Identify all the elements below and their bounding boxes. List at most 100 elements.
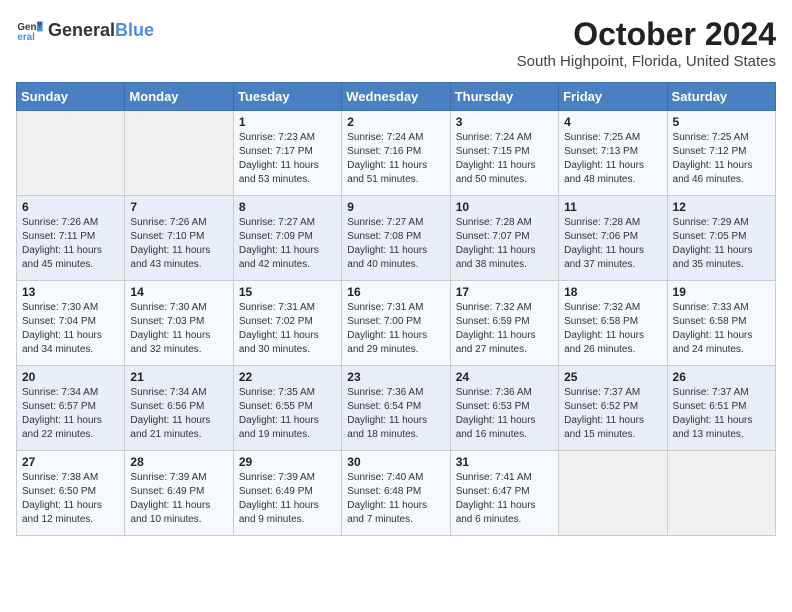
calendar-cell: 16 Sunrise: 7:31 AMSunset: 7:00 PMDayligh… [342,281,450,366]
cell-content: Sunrise: 7:32 AMSunset: 6:59 PMDaylight:… [456,301,553,357]
week-row-5: 27Sunrise: 7:38 AMSunset: 6:50 PMDayligh… [17,451,776,536]
day-number: 7 [130,200,227,214]
weekday-header-wednesday: Wednesday [342,83,450,111]
cell-content: Sunrise: 7:35 AMSunset: 6:55 PMDaylight:… [239,386,336,442]
cell-content: Sunrise: 7:34 AMSunset: 6:57 PMDaylight:… [22,386,119,442]
cell-content: Sunrise: 7:25 AMSunset: 7:12 PMDaylight:… [673,131,770,187]
calendar-cell: 4 Sunrise: 7:25 AMSunset: 7:13 PMDaylight… [559,111,667,196]
calendar-cell: 5 Sunrise: 7:25 AMSunset: 7:12 PMDaylight… [667,111,775,196]
day-number: 21 [130,370,227,384]
calendar-cell: 30 Sunrise: 7:40 AMSunset: 6:48 PMDayligh… [342,451,450,536]
calendar-cell: 25Sunrise: 7:37 AMSunset: 6:52 PMDayligh… [559,366,667,451]
weekday-header-saturday: Saturday [667,83,775,111]
day-number: 13 [22,285,119,299]
logo: Gen eral GeneralBlue [16,16,154,44]
page-header: Gen eral GeneralBlue October 2024 South … [16,16,776,70]
calendar-cell: 7 Sunrise: 7:26 AMSunset: 7:10 PMDaylight… [125,196,233,281]
calendar-cell: 24 Sunrise: 7:36 AMSunset: 6:53 PMDayligh… [450,366,558,451]
cell-content: Sunrise: 7:39 AMSunset: 6:49 PMDaylight:… [130,471,227,527]
day-number: 12 [673,200,770,214]
day-number: 23 [347,370,444,384]
calendar-cell: 27Sunrise: 7:38 AMSunset: 6:50 PMDayligh… [17,451,125,536]
calendar-cell: 15Sunrise: 7:31 AMSunset: 7:02 PMDayligh… [233,281,341,366]
cell-content: Sunrise: 7:41 AMSunset: 6:47 PMDaylight:… [456,471,553,527]
location-title: South Highpoint, Florida, United States [517,53,776,70]
cell-content: Sunrise: 7:32 AMSunset: 6:58 PMDaylight:… [564,301,661,357]
calendar-cell [559,451,667,536]
calendar-table: SundayMondayTuesdayWednesdayThursdayFrid… [16,82,776,536]
weekday-header-tuesday: Tuesday [233,83,341,111]
month-title: October 2024 [517,16,776,53]
day-number: 19 [673,285,770,299]
calendar-cell: 6Sunrise: 7:26 AMSunset: 7:11 PMDaylight… [17,196,125,281]
logo-icon: Gen eral [16,16,44,44]
day-number: 8 [239,200,336,214]
calendar-cell: 19 Sunrise: 7:33 AMSunset: 6:58 PMDayligh… [667,281,775,366]
calendar-cell: 2 Sunrise: 7:24 AMSunset: 7:16 PMDaylight… [342,111,450,196]
weekday-header-monday: Monday [125,83,233,111]
cell-content: Sunrise: 7:36 AMSunset: 6:53 PMDaylight:… [456,386,553,442]
day-number: 10 [456,200,553,214]
calendar-cell [17,111,125,196]
cell-content: Sunrise: 7:30 AMSunset: 7:03 PMDaylight:… [130,301,227,357]
calendar-cell: 10 Sunrise: 7:28 AMSunset: 7:07 PMDayligh… [450,196,558,281]
cell-content: Sunrise: 7:26 AMSunset: 7:10 PMDaylight:… [130,216,227,272]
cell-content: Sunrise: 7:29 AMSunset: 7:05 PMDaylight:… [673,216,770,272]
calendar-cell: 11 Sunrise: 7:28 AMSunset: 7:06 PMDayligh… [559,196,667,281]
calendar-cell: 18Sunrise: 7:32 AMSunset: 6:58 PMDayligh… [559,281,667,366]
cell-content: Sunrise: 7:30 AMSunset: 7:04 PMDaylight:… [22,301,119,357]
calendar-cell: 3 Sunrise: 7:24 AMSunset: 7:15 PMDaylight… [450,111,558,196]
cell-content: Sunrise: 7:38 AMSunset: 6:50 PMDaylight:… [22,471,119,527]
week-row-3: 13 Sunrise: 7:30 AMSunset: 7:04 PMDayligh… [17,281,776,366]
calendar-cell: 13 Sunrise: 7:30 AMSunset: 7:04 PMDayligh… [17,281,125,366]
day-number: 20 [22,370,119,384]
weekday-header-row: SundayMondayTuesdayWednesdayThursdayFrid… [17,83,776,111]
cell-content: Sunrise: 7:40 AMSunset: 6:48 PMDaylight:… [347,471,444,527]
cell-content: Sunrise: 7:34 AMSunset: 6:56 PMDaylight:… [130,386,227,442]
cell-content: Sunrise: 7:36 AMSunset: 6:54 PMDaylight:… [347,386,444,442]
calendar-cell [667,451,775,536]
day-number: 1 [239,115,336,129]
cell-content: Sunrise: 7:25 AMSunset: 7:13 PMDaylight:… [564,131,661,187]
week-row-1: 1Sunrise: 7:23 AMSunset: 7:17 PMDaylight… [17,111,776,196]
day-number: 9 [347,200,444,214]
day-number: 24 [456,370,553,384]
calendar-cell: 17Sunrise: 7:32 AMSunset: 6:59 PMDayligh… [450,281,558,366]
cell-content: Sunrise: 7:31 AMSunset: 7:00 PMDaylight:… [347,301,444,357]
calendar-cell [125,111,233,196]
calendar-cell: 22 Sunrise: 7:35 AMSunset: 6:55 PMDayligh… [233,366,341,451]
day-number: 4 [564,115,661,129]
day-number: 22 [239,370,336,384]
day-number: 3 [456,115,553,129]
day-number: 30 [347,455,444,469]
calendar-cell: 8 Sunrise: 7:27 AMSunset: 7:09 PMDaylight… [233,196,341,281]
cell-content: Sunrise: 7:39 AMSunset: 6:49 PMDaylight:… [239,471,336,527]
day-number: 16 [347,285,444,299]
day-number: 11 [564,200,661,214]
day-number: 26 [673,370,770,384]
cell-content: Sunrise: 7:24 AMSunset: 7:15 PMDaylight:… [456,131,553,187]
calendar-cell: 28 Sunrise: 7:39 AMSunset: 6:49 PMDayligh… [125,451,233,536]
cell-content: Sunrise: 7:37 AMSunset: 6:51 PMDaylight:… [673,386,770,442]
day-number: 2 [347,115,444,129]
day-number: 5 [673,115,770,129]
day-number: 14 [130,285,227,299]
calendar-cell: 31 Sunrise: 7:41 AMSunset: 6:47 PMDayligh… [450,451,558,536]
day-number: 28 [130,455,227,469]
cell-content: Sunrise: 7:28 AMSunset: 7:07 PMDaylight:… [456,216,553,272]
weekday-header-friday: Friday [559,83,667,111]
cell-content: Sunrise: 7:28 AMSunset: 7:06 PMDaylight:… [564,216,661,272]
week-row-2: 6Sunrise: 7:26 AMSunset: 7:11 PMDaylight… [17,196,776,281]
title-block: October 2024 South Highpoint, Florida, U… [517,16,776,70]
weekday-header-sunday: Sunday [17,83,125,111]
day-number: 31 [456,455,553,469]
cell-content: Sunrise: 7:27 AMSunset: 7:09 PMDaylight:… [239,216,336,272]
logo-general-text: General [48,20,115,40]
calendar-cell: 29Sunrise: 7:39 AMSunset: 6:49 PMDayligh… [233,451,341,536]
svg-text:eral: eral [17,32,35,43]
cell-content: Sunrise: 7:27 AMSunset: 7:08 PMDaylight:… [347,216,444,272]
cell-content: Sunrise: 7:24 AMSunset: 7:16 PMDaylight:… [347,131,444,187]
calendar-cell: 12 Sunrise: 7:29 AMSunset: 7:05 PMDayligh… [667,196,775,281]
cell-content: Sunrise: 7:33 AMSunset: 6:58 PMDaylight:… [673,301,770,357]
day-number: 15 [239,285,336,299]
